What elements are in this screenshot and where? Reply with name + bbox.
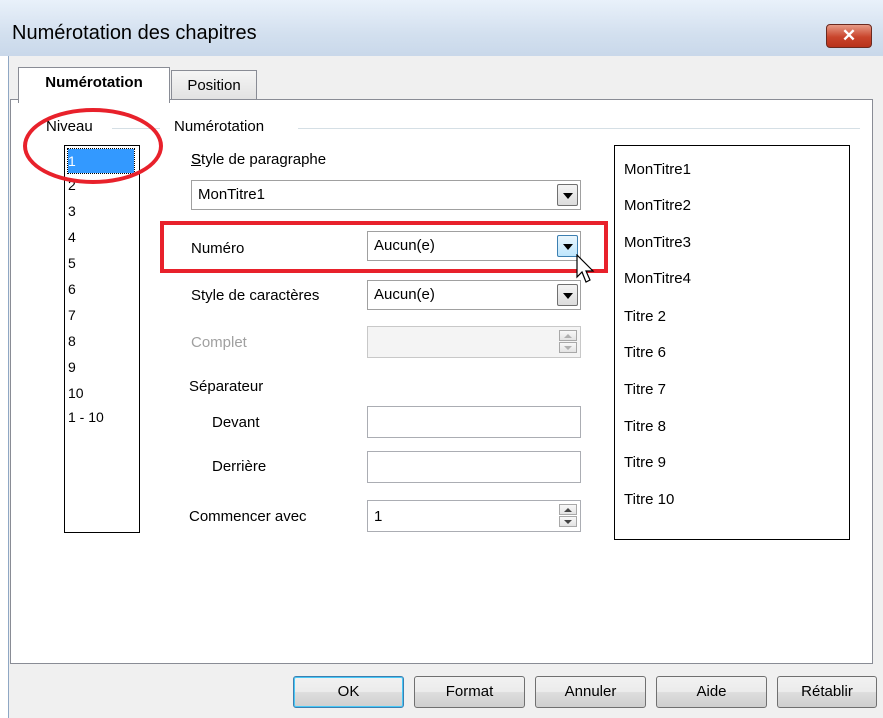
window-title: Numérotation des chapitres <box>12 22 257 44</box>
style-paragraphe-combo[interactable]: MonTitre1 <box>191 180 581 210</box>
level-item-5[interactable]: 5 <box>68 251 134 275</box>
style-paragraphe-label: SStyle de paragraphe <box>191 151 327 168</box>
highlight-rectangle <box>160 221 608 273</box>
annuler-button[interactable]: Annuler <box>535 676 646 708</box>
numbering-preview: MonTitre1 MonTitre2 MonTitre3 MonTitre4 … <box>614 145 850 540</box>
commencer-spinner[interactable] <box>559 504 577 528</box>
level-item-7[interactable]: 7 <box>68 303 134 327</box>
level-item-9[interactable]: 9 <box>68 355 134 379</box>
derriere-input[interactable] <box>367 451 581 483</box>
preview-line: MonTitre1 <box>624 161 691 178</box>
retablir-button[interactable]: Rétablir <box>777 676 877 708</box>
numerotation-separator <box>298 128 860 129</box>
format-button-label: Format <box>445 683 494 700</box>
level-item-4[interactable]: 4 <box>68 225 134 249</box>
chevron-down-icon <box>563 193 573 199</box>
style-caracteres-label: Style de caractères <box>191 287 320 304</box>
separateur-label: Séparateur <box>189 378 264 395</box>
commencer-stepper[interactable]: 1 <box>367 500 581 532</box>
preview-line: Titre 10 <box>624 491 675 508</box>
format-button[interactable]: Format <box>414 676 525 708</box>
tab-position-label: Position <box>187 77 241 94</box>
aide-button[interactable]: Aide <box>656 676 767 708</box>
level-item-1-10[interactable]: 1 - 10 <box>68 405 134 429</box>
aide-button-label: Aide <box>696 683 727 700</box>
preview-line: Titre 9 <box>624 454 666 471</box>
highlight-ellipse <box>23 108 163 184</box>
preview-line: Titre 2 <box>624 308 666 325</box>
chevron-down-icon <box>563 293 573 299</box>
style-caracteres-value: Aucun(e) <box>374 286 435 303</box>
close-button[interactable]: ✕ <box>826 24 872 48</box>
preview-line: Titre 7 <box>624 381 666 398</box>
spin-up-button[interactable] <box>559 504 577 515</box>
retablir-button-label: Rétablir <box>801 683 853 700</box>
tab-numerotation-label: Numérotation <box>45 74 143 91</box>
preview-line: Titre 8 <box>624 418 666 435</box>
preview-line: MonTitre3 <box>624 234 691 251</box>
derriere-label: Derrière <box>212 458 267 475</box>
style-caracteres-combo[interactable]: Aucun(e) <box>367 280 581 310</box>
complet-label: Complet <box>191 334 247 351</box>
preview-line: MonTitre4 <box>624 270 691 287</box>
level-item-3[interactable]: 3 <box>68 199 134 223</box>
level-list[interactable]: 1 2 3 4 5 6 7 8 9 10 1 - 10 <box>64 145 140 533</box>
close-icon: ✕ <box>841 26 857 45</box>
annuler-button-label: Annuler <box>564 683 617 700</box>
numerotation-title: Numérotation <box>174 118 265 135</box>
level-item-6[interactable]: 6 <box>68 277 134 301</box>
cursor-arrow-icon <box>576 254 595 283</box>
complet-spinner <box>559 330 577 354</box>
ok-button[interactable]: OK <box>293 676 404 708</box>
spin-up-icon <box>564 334 572 338</box>
preview-line: MonTitre2 <box>624 197 691 214</box>
tab-numerotation[interactable]: Numérotation <box>18 67 170 103</box>
complet-field <box>367 326 581 358</box>
level-item-8[interactable]: 8 <box>68 329 134 353</box>
commencer-label: Commencer avec <box>189 508 307 525</box>
preview-line: Titre 6 <box>624 344 666 361</box>
spin-down-button[interactable] <box>559 516 577 527</box>
tab-position[interactable]: Position <box>171 70 257 102</box>
spin-up-icon <box>564 508 572 512</box>
title-bar: Numérotation des chapitres ✕ <box>0 0 883 56</box>
devant-input[interactable] <box>367 406 581 438</box>
level-item-10[interactable]: 10 <box>68 381 134 405</box>
devant-label: Devant <box>212 414 260 431</box>
style-paragraphe-value: MonTitre1 <box>198 186 265 203</box>
ok-button-label: OK <box>337 683 360 700</box>
spin-down-icon <box>564 520 572 524</box>
spin-down-icon <box>564 346 572 350</box>
style-paragraphe-dropdown-button[interactable] <box>557 184 578 206</box>
commencer-value: 1 <box>374 508 383 525</box>
style-paragraphe-text: Style de paragraphe <box>191 151 327 168</box>
style-caracteres-dropdown-button[interactable] <box>557 284 578 306</box>
